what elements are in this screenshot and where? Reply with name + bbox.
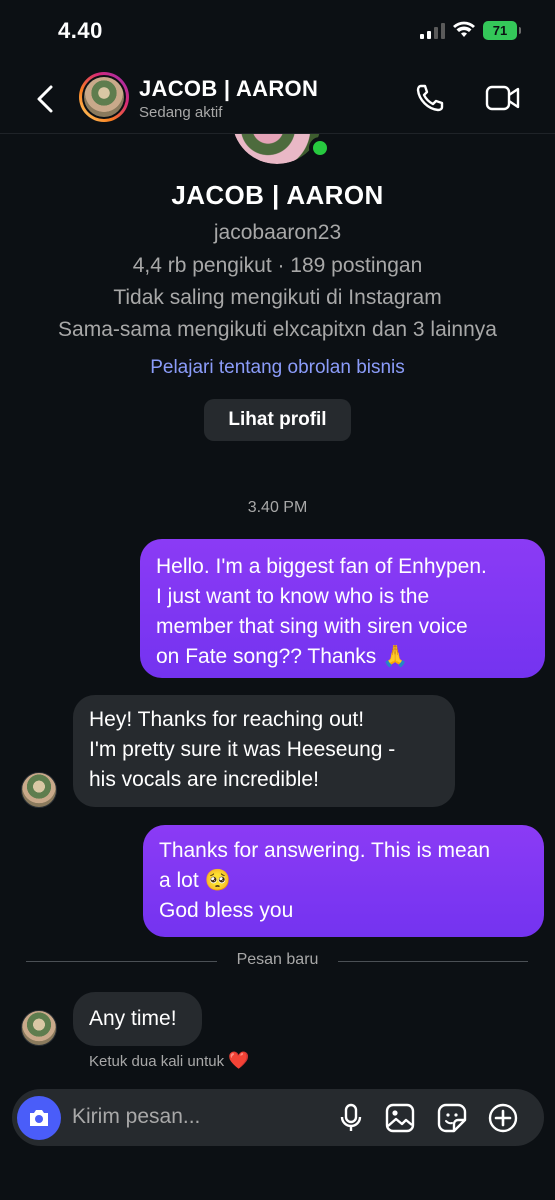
profile-username: jacobaaron23 <box>213 221 342 244</box>
message-bubble-outgoing[interactable]: Hello. I'm a biggest fan of Enhypen. I j… <box>140 539 545 678</box>
status-time: 4.40 <box>58 18 103 43</box>
microphone-icon[interactable] <box>335 1102 367 1134</box>
message-line: Hey! Thanks for reaching out! <box>89 708 365 731</box>
wifi-icon <box>453 21 475 37</box>
camera-button[interactable] <box>17 1096 61 1140</box>
message-line: a lot 🥺 <box>159 869 231 892</box>
message-bubble-incoming[interactable]: Hey! Thanks for reaching out! I'm pretty… <box>73 695 455 807</box>
message-line: Any time! <box>89 1007 177 1030</box>
message-line: his vocals are incredible! <box>89 768 319 791</box>
message-line: God bless you <box>159 899 294 922</box>
message-line: on Fate song?? Thanks 🙏 <box>156 645 409 668</box>
view-profile-button[interactable]: Lihat profil <box>204 399 351 441</box>
chat-header: JACOB | AARON Sedang aktif <box>0 64 555 134</box>
status-bar: 4.40 71 <box>0 0 555 64</box>
plus-circle-icon[interactable] <box>487 1102 519 1134</box>
phone-icon[interactable] <box>414 82 446 114</box>
message-timestamp: 3.40 PM <box>247 499 308 516</box>
mutual-followers: Sama-sama mengikuti elxcapitxn dan 3 lai… <box>58 318 497 341</box>
message-line: member that sing with siren voice <box>156 615 468 638</box>
message-line: I just want to know who is the <box>156 585 430 608</box>
header-name[interactable]: JACOB | AARON <box>139 76 318 102</box>
message-line: Hello. I'm a biggest fan of Enhypen. <box>156 555 487 578</box>
divider-line <box>338 961 528 962</box>
cellular-signal-icon <box>420 23 445 39</box>
battery-indicator: 71 <box>483 21 521 40</box>
double-tap-hint: Ketuk dua kali untuk ❤️ <box>89 1051 249 1071</box>
profile-stats: 4,4 rb pengikut · 189 postingan <box>132 254 423 277</box>
message-input[interactable] <box>72 1102 272 1132</box>
camera-icon <box>30 1110 48 1126</box>
chevron-left-icon[interactable] <box>34 84 56 114</box>
header-avatar[interactable] <box>79 72 129 122</box>
message-bubble-outgoing[interactable]: Thanks for answering. This is mean a lot… <box>143 825 544 937</box>
gallery-icon[interactable] <box>384 1102 416 1134</box>
message-bubble-incoming[interactable]: Any time! <box>73 992 202 1046</box>
message-line: I'm pretty sure it was Heeseung - <box>89 738 396 761</box>
sticker-icon[interactable] <box>436 1102 468 1134</box>
double-tap-hint-text: Ketuk dua kali untuk <box>89 1053 225 1070</box>
new-messages-divider: Pesan baru <box>236 951 319 968</box>
header-status: Sedang aktif <box>139 104 223 121</box>
heart-icon: ❤️ <box>228 1051 250 1070</box>
message-line: Thanks for answering. This is mean <box>159 839 491 862</box>
follow-status: Tidak saling mengikuti di Instagram <box>113 286 442 309</box>
video-camera-icon[interactable] <box>485 84 521 112</box>
sender-avatar[interactable] <box>21 772 57 808</box>
business-chat-link[interactable]: Pelajari tentang obrolan bisnis <box>0 357 555 379</box>
online-indicator <box>309 137 331 159</box>
message-composer <box>12 1089 544 1146</box>
profile-name: JACOB | AARON <box>171 180 384 210</box>
sender-avatar[interactable] <box>21 1010 57 1046</box>
